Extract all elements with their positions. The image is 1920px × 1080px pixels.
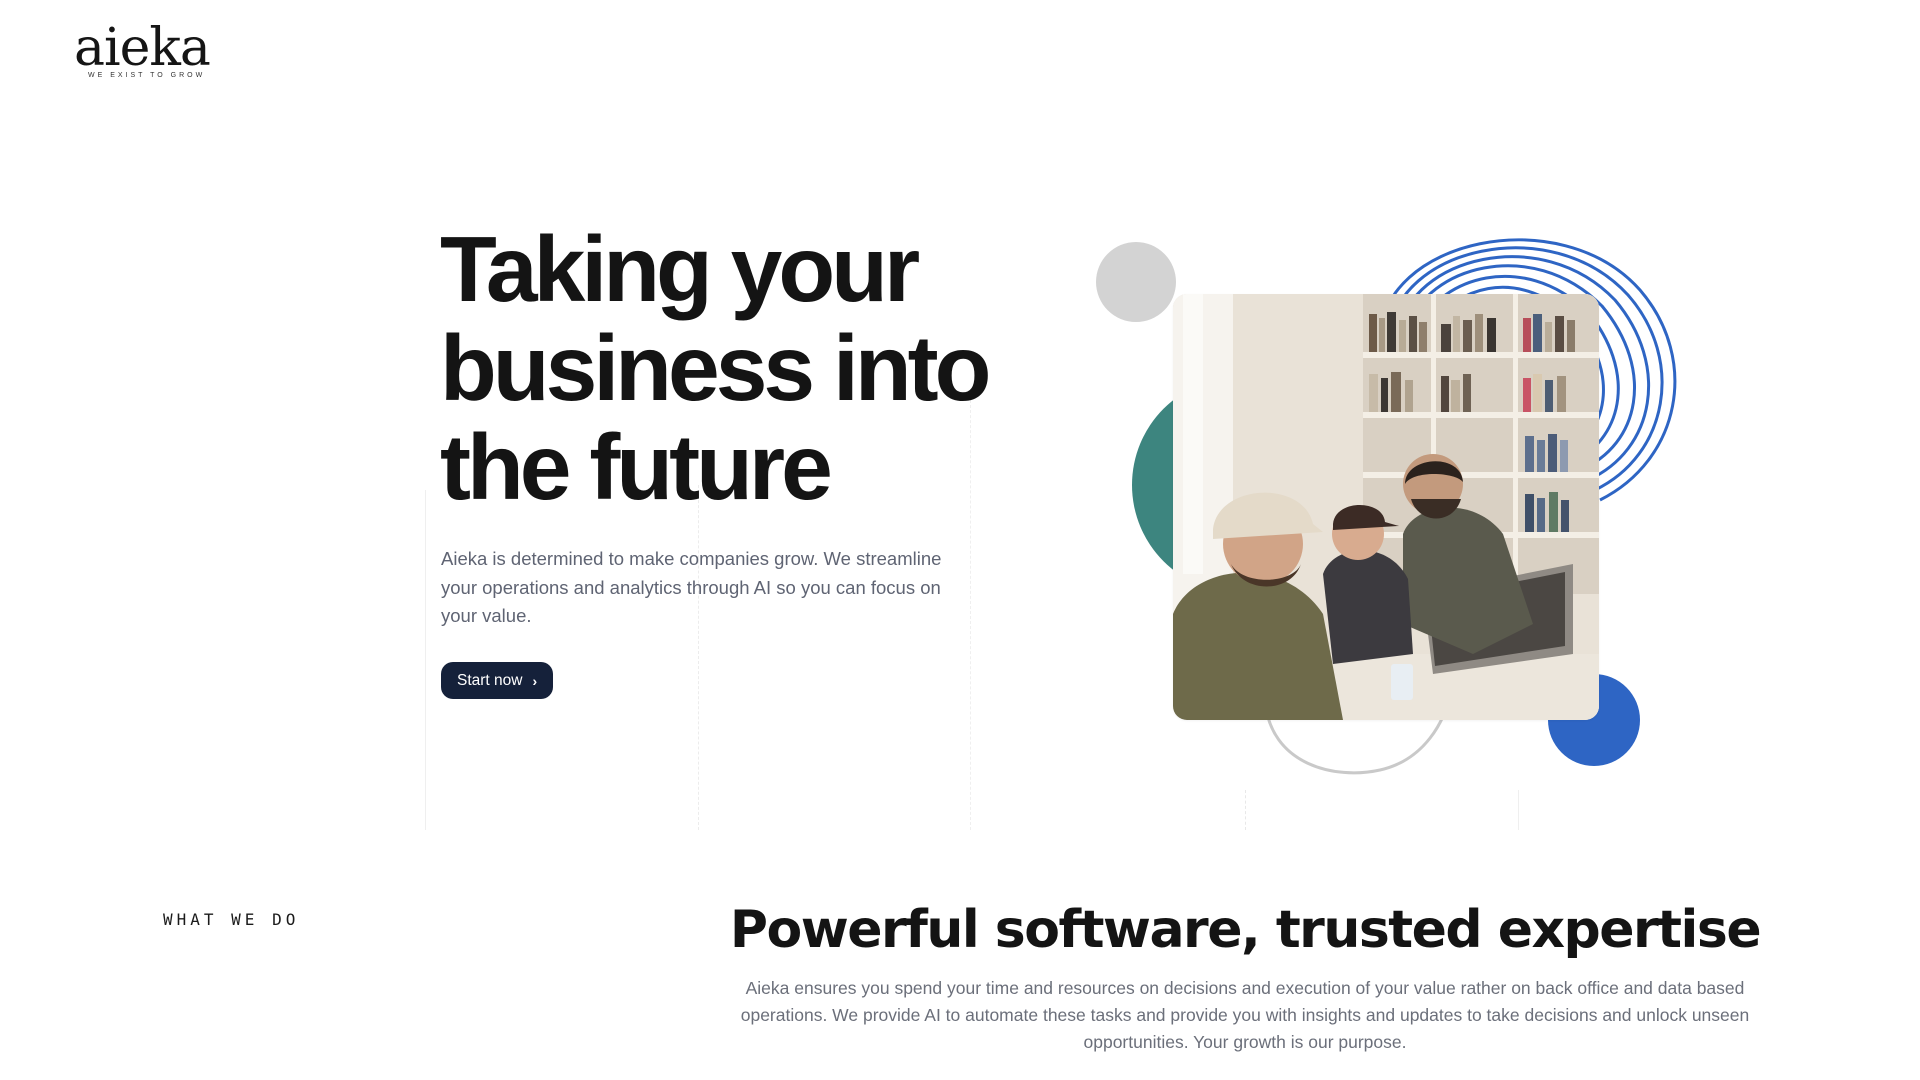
hero-title: Taking your business into the future (440, 217, 991, 519)
brand-tagline: we exist to grow (88, 72, 206, 79)
team-photo (1173, 294, 1599, 720)
start-now-label: Start now (457, 671, 523, 689)
chevron-right-icon: › (532, 672, 538, 689)
brand-wordmark: aieka (74, 18, 211, 78)
landing-page: aieka we exist to grow Taking your busin… (0, 0, 1920, 1080)
guide-line (698, 485, 699, 830)
section-label: WHAT WE DO (163, 910, 300, 929)
hero-subtitle: Aieka is determined to make companies gr… (441, 548, 942, 626)
guide-line (425, 490, 426, 830)
start-now-button[interactable]: Start now › (441, 662, 554, 699)
section-title: Powerful software, trusted expertise (729, 900, 1762, 960)
section-body: Aieka ensures you spend your time and re… (740, 978, 1750, 1052)
brand-logo[interactable]: aieka we exist to grow (74, 18, 211, 79)
grey-circle-shape (1096, 242, 1176, 322)
hero-illustration (1080, 200, 1680, 800)
team-photo-illustration (1173, 294, 1599, 720)
